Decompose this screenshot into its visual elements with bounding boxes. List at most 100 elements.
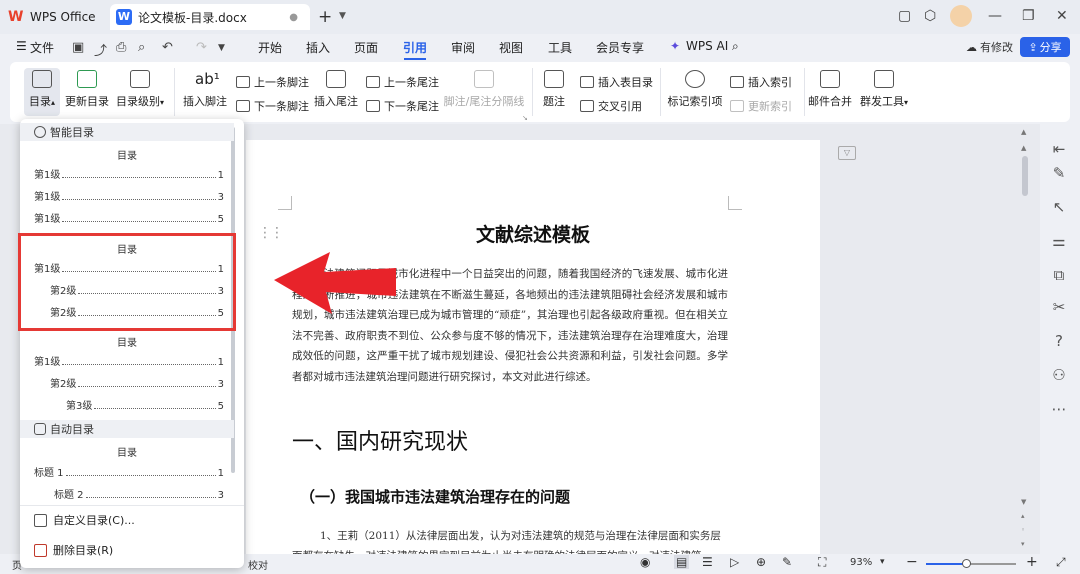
scroll-down-icon[interactable]: ▼	[1021, 498, 1026, 506]
menu-tab-member[interactable]: 会员专享	[596, 39, 644, 56]
tab-document[interactable]: W 论文模板-目录.docx ●	[110, 4, 310, 30]
separator-icon	[474, 70, 494, 88]
eye-protect-icon[interactable]: ✎	[782, 555, 792, 569]
print-preview-icon[interactable]: ⌕	[138, 40, 145, 55]
web-view-icon[interactable]: ⊕	[756, 555, 766, 569]
search-icon[interactable]: ⌕	[732, 39, 739, 54]
eye-icon[interactable]: ◉	[640, 555, 650, 569]
image-edit-icon[interactable]: ⧉	[1050, 266, 1068, 284]
pen-icon[interactable]: ✎	[1050, 164, 1068, 182]
mass-send-label: 群发工具	[859, 95, 904, 108]
close-window-icon[interactable]: ✕	[1056, 8, 1068, 24]
toc-preview-line: 第3级 5	[66, 401, 224, 412]
ribbon-divider	[660, 68, 661, 116]
fullscreen-icon[interactable]: ⤢	[1056, 555, 1066, 570]
update-index-button[interactable]: 更新索引	[730, 98, 792, 114]
wps-ai-icon[interactable]: ✦	[670, 39, 680, 53]
tools-icon[interactable]: ✂	[1050, 298, 1068, 316]
undo-icon[interactable]: ↶	[162, 40, 173, 55]
maximize-icon[interactable]: ❐	[1022, 8, 1035, 24]
prev-page-icon[interactable]: ▴	[1021, 512, 1025, 520]
restore-layout-icon[interactable]: ▢	[898, 8, 911, 24]
shirt-icon[interactable]: ⚇	[1050, 366, 1068, 384]
table-toc-icon	[580, 76, 594, 88]
document-page[interactable]: 文献综述模板 违法建筑问题是城市化进程中一个日益突出的问题，随着我国经济的飞速发…	[246, 140, 820, 554]
cube-icon[interactable]: ⬡	[924, 8, 936, 24]
insert-table-toc-button[interactable]: 插入表目录	[580, 74, 653, 90]
help-icon[interactable]: ?	[1050, 332, 1068, 350]
zoom-in-button[interactable]: +	[1026, 554, 1038, 570]
toc-preview-line: 标题 11	[34, 468, 224, 479]
delete-toc-icon	[34, 543, 47, 557]
share-button[interactable]: ⇪ 分享	[1020, 37, 1070, 57]
menu-file[interactable]: 文件	[30, 39, 54, 56]
save-icon[interactable]: ▣	[72, 40, 84, 55]
scroll-up-icon[interactable]: ▲	[1021, 128, 1026, 136]
mass-send-tools-button[interactable]: 群发工具▾	[856, 70, 912, 109]
fit-page-icon[interactable]: ⛶	[818, 555, 826, 570]
select-cursor-icon[interactable]: ↖	[1050, 198, 1068, 216]
drag-handle-icon[interactable]: ⋮⋮	[258, 225, 284, 241]
menu-tab-view[interactable]: 视图	[499, 39, 523, 56]
menu-tab-references[interactable]: 引用	[403, 39, 427, 56]
menu-tab-page[interactable]: 页面	[354, 39, 378, 56]
mark-index-button[interactable]: 标记索引项	[666, 70, 724, 109]
insert-index-button[interactable]: 插入索引	[730, 74, 792, 90]
page-view-icon[interactable]: ▤	[674, 555, 690, 569]
minimize-icon[interactable]: —	[988, 8, 1002, 24]
mark-index-label: 标记索引项	[667, 95, 723, 108]
proofread-button[interactable]: 校对	[248, 557, 268, 572]
export-icon[interactable]: ⤴	[94, 40, 107, 59]
print-icon[interactable]: ⎙	[116, 40, 126, 55]
next-endnote-button[interactable]: 下一条尾注	[366, 98, 439, 114]
more-icon[interactable]: ⋯	[1050, 400, 1068, 418]
redo-icon[interactable]: ↷	[196, 40, 207, 55]
prev-footnote-label: 上一条脚注	[254, 76, 309, 89]
more-chevron-icon[interactable]: ▼	[218, 43, 225, 53]
scrollbar-thumb[interactable]	[1022, 156, 1028, 196]
menu-tab-review[interactable]: 审阅	[451, 39, 475, 56]
menu-tab-tools[interactable]: 工具	[548, 39, 572, 56]
collapse-toggle-icon[interactable]: ▽	[838, 146, 856, 160]
zoom-dropdown-icon[interactable]: ▾	[880, 557, 885, 567]
toc-level-button[interactable]: 目录级别▾	[112, 70, 168, 109]
outline-view-icon[interactable]: ☰	[702, 555, 713, 569]
cross-reference-button[interactable]: 交叉引用	[580, 98, 642, 114]
tab-close-icon[interactable]: ●	[289, 12, 298, 23]
update-toc-button[interactable]: 更新目录	[62, 70, 112, 109]
next-footnote-button[interactable]: 下一条脚注	[236, 98, 309, 114]
toc-button[interactable]: 目录▴	[22, 70, 62, 109]
caption-button[interactable]: 题注	[538, 70, 570, 109]
adjust-icon[interactable]: ⚌	[1050, 232, 1068, 250]
insert-footnote-button[interactable]: ab¹ 插入脚注	[182, 70, 228, 109]
mail-merge-button[interactable]: 邮件合并	[808, 70, 852, 109]
hamburger-icon[interactable]: ☰	[16, 39, 27, 53]
page-dot-icon[interactable]: ◦	[1021, 526, 1025, 534]
user-avatar[interactable]	[950, 5, 972, 27]
zoom-slider-knob[interactable]	[961, 559, 971, 568]
custom-toc-label: 自定义目录(C)...	[53, 514, 135, 527]
scroll-up-arrow-icon[interactable]: ▲	[1021, 144, 1026, 152]
toc-dropdown-panel: 智能目录 目录 第1级 1 第1级 3 第1级 5 目录 第1级 1 第2级 3 第2级 5…	[20, 119, 244, 568]
next-page-icon[interactable]: ▾	[1021, 540, 1025, 548]
vertical-scrollbar[interactable]: ▲ ▲ ▼ ▴ ◦ ▾	[1018, 126, 1032, 556]
menu-tab-insert[interactable]: 插入	[306, 39, 330, 56]
new-tab-button[interactable]: +	[318, 7, 332, 27]
zoom-level[interactable]: 93%	[850, 557, 872, 568]
dialog-launcher-icon[interactable]: ↘	[522, 114, 528, 122]
insert-endnote-button[interactable]: 插入尾注	[312, 70, 360, 109]
menu-tab-home[interactable]: 开始	[258, 39, 282, 56]
prev-endnote-button[interactable]: 上一条尾注	[366, 74, 439, 90]
custom-toc-button[interactable]: 自定义目录(C)...	[34, 512, 135, 528]
delete-toc-button[interactable]: 删除目录(R)	[34, 542, 113, 558]
tab-list-chevron-icon[interactable]: ▼	[339, 11, 346, 21]
expand-panel-icon[interactable]: ⇤	[1050, 140, 1068, 158]
prev-footnote-button[interactable]: 上一条脚注	[236, 74, 309, 90]
tab-wps-office[interactable]: W WPS Office	[8, 4, 110, 30]
play-icon[interactable]: ▷	[730, 555, 739, 569]
zoom-slider[interactable]	[926, 559, 1016, 568]
edit-status-button[interactable]: ☁ 有修改	[962, 38, 1017, 56]
menu-wps-ai[interactable]: WPS AI	[686, 39, 728, 53]
footnote-separator-button[interactable]: 脚注/尾注分隔线	[442, 70, 526, 109]
zoom-out-button[interactable]: −	[906, 554, 918, 570]
